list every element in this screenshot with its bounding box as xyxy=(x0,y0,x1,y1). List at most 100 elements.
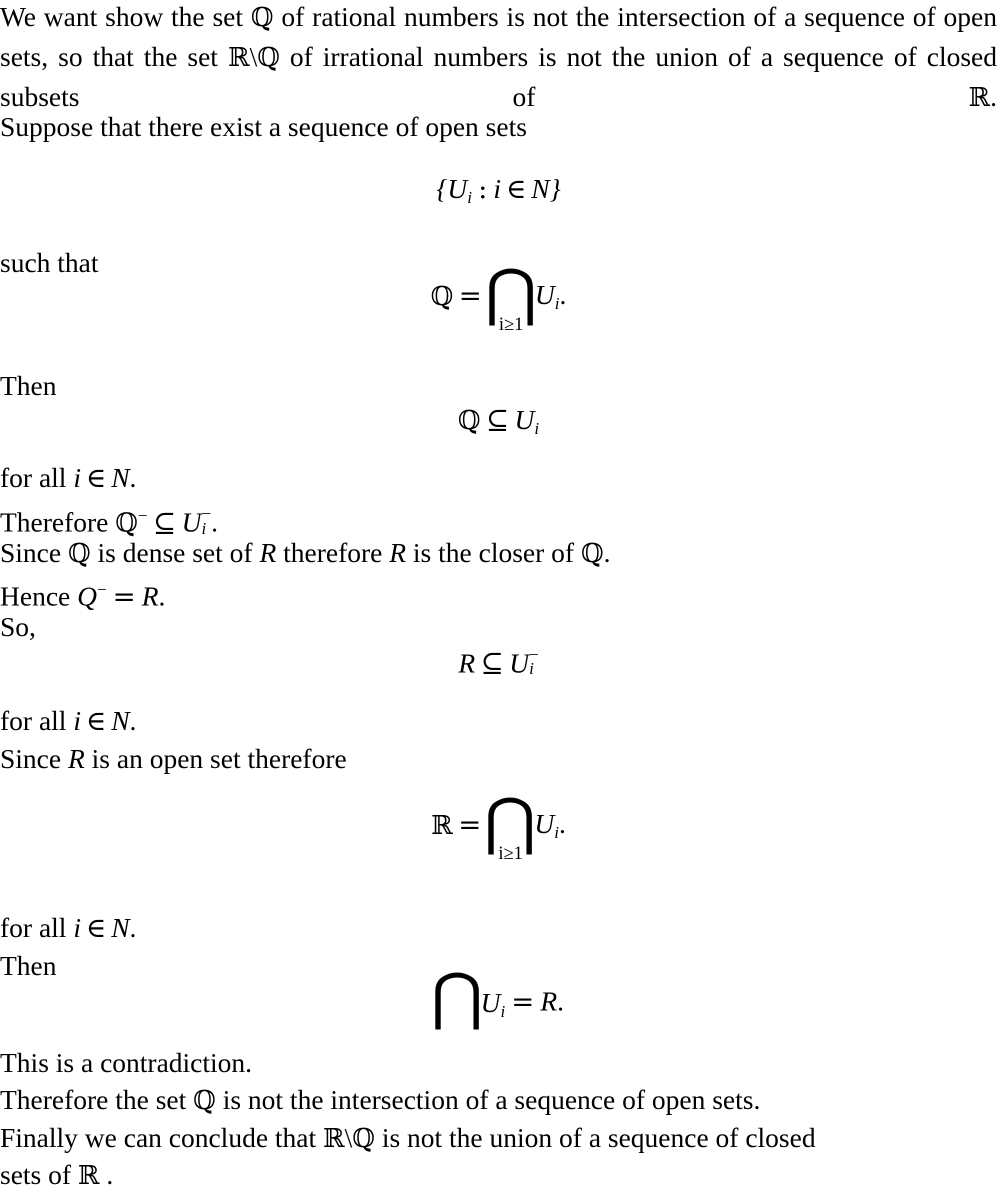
symbol-equals: = xyxy=(511,985,535,1018)
symbol-U: U xyxy=(514,404,535,435)
since-open-text-1: Since xyxy=(0,743,68,774)
sub-superscript-i-minus: − i xyxy=(201,505,211,537)
period: . xyxy=(129,912,137,943)
line-conclusion-1: Therefore the set ℚ is not the intersect… xyxy=(0,1081,760,1121)
equation-intersection-equals-r: ⋂ Ui = R. xyxy=(0,964,997,1028)
brace-open: { xyxy=(436,173,448,204)
symbol-equals: = xyxy=(112,580,136,613)
symbol-R-blackboard: ℝ xyxy=(77,1161,100,1191)
symbol-N: N xyxy=(531,173,550,204)
line-for-all-3: for all i ∈ N. xyxy=(0,909,136,948)
symbol-subset-eq: ⊆ xyxy=(480,647,504,680)
line-since-dense: Since ℚ is dense set of R therefore R is… xyxy=(0,534,610,574)
line-contradiction-text: This is a contradiction. xyxy=(0,1047,253,1078)
symbol-U: U xyxy=(447,173,468,204)
symbol-R-italic: R xyxy=(540,985,558,1017)
symbol-Q-italic: Q xyxy=(77,580,97,612)
equation-r-equals-intersection: ℝ = ⋂ i≥1 Ui. xyxy=(0,789,997,864)
symbol-U: U xyxy=(181,506,202,538)
symbol-N: N xyxy=(111,705,130,736)
symbol-Q-blackboard: ℚ xyxy=(250,3,274,33)
symbol-Q-blackboard: ℚ xyxy=(430,282,454,313)
symbol-R-italic: R xyxy=(389,537,407,568)
hence-prefix: Hence xyxy=(0,580,78,612)
intro-text-segment-1: We want show the set xyxy=(0,1,251,32)
symbol-R-blackboard: ℝ xyxy=(227,42,250,73)
symbol-R-blackboard: ℝ xyxy=(968,82,991,113)
line-suppose-text: Suppose that there exist a sequence of o… xyxy=(0,111,527,142)
period: . xyxy=(129,705,137,736)
document-page: We want show the set ℚ of rational numbe… xyxy=(0,0,997,1191)
symbol-element-of: ∈ xyxy=(85,462,107,494)
symbol-equals: = xyxy=(458,809,482,842)
symbol-U: U xyxy=(480,986,501,1018)
intro-paragraph: We want show the set ℚ of rational numbe… xyxy=(0,0,997,117)
equation-r-subset-ui-closure: R ⊆ U − i xyxy=(0,646,997,680)
for-all-prefix: for all xyxy=(0,705,74,736)
big-intersection-operator: ⋂ xyxy=(431,964,483,1028)
line-contradiction: This is a contradiction. xyxy=(0,1044,252,1082)
symbol-Q-blackboard: ℚ xyxy=(352,1124,375,1154)
bigcap-icon: ⋂ xyxy=(484,784,537,858)
line-suppose: Suppose that there exist a sequence of o… xyxy=(0,108,527,146)
for-all-prefix: for all xyxy=(0,462,74,493)
symbol-i: i xyxy=(493,173,502,204)
conclusion-2-text-a: Finally we can conclude that xyxy=(0,1122,324,1153)
line-then-1: Then xyxy=(0,367,57,405)
line-so: So, xyxy=(0,608,36,646)
symbol-Q-blackboard: ℚ xyxy=(193,1086,216,1116)
line-conclusion-2: Finally we can conclude that ℝ\ℚ is not … xyxy=(0,1119,816,1159)
bigcap-icon: ⋂ xyxy=(430,959,483,1033)
bigcap-icon: ⋂ xyxy=(484,255,538,329)
line-conclusion-2-cont: sets of ℝ . xyxy=(0,1156,113,1196)
big-intersection-operator: ⋂ i≥1 xyxy=(485,260,537,335)
conclusion-2-text-c: sets of xyxy=(0,1159,78,1190)
symbol-R-blackboard: ℝ xyxy=(431,811,453,842)
subscript-i: i xyxy=(534,418,540,438)
since-dense-text-3: therefore xyxy=(276,537,390,568)
line-so-text: So, xyxy=(0,611,36,642)
symbol-subset-eq: ⊆ xyxy=(486,404,510,436)
symbol-element-of: ∈ xyxy=(85,705,107,737)
conclusion-1-text-a: Therefore the set xyxy=(0,1084,194,1115)
symbol-Q-blackboard: ℚ xyxy=(67,539,91,569)
symbol-R-italic: R xyxy=(458,647,476,679)
big-intersection-operator: ⋂ i≥1 xyxy=(484,789,536,864)
equation-q-equals-intersection: ℚ = ⋂ i≥1 Ui. xyxy=(0,260,997,335)
equation-family-of-open-sets: {Ui: i ∈ N} xyxy=(0,173,997,208)
since-dense-text-2: is dense set of xyxy=(90,537,260,568)
symbol-Q-blackboard: ℚ xyxy=(257,42,280,73)
equation-period: . xyxy=(559,279,567,311)
equation-period: . xyxy=(557,985,564,1017)
equation-period: . xyxy=(558,808,566,840)
symbol-i: i xyxy=(73,912,81,943)
superscript-minus: − xyxy=(137,506,148,525)
symbol-R-blackboard: ℝ xyxy=(323,1124,345,1154)
intro-period: . xyxy=(990,80,997,112)
symbol-i: i xyxy=(73,462,81,493)
since-dense-text-1: Since xyxy=(0,537,68,568)
conclusion-2-text-b: is not the union of a sequence of closed xyxy=(374,1122,816,1153)
line-such-that-text: such that xyxy=(0,247,99,278)
symbol-i: i xyxy=(73,705,81,736)
line-for-all-1: for all i ∈ N. xyxy=(0,459,136,498)
therefore-prefix: Therefore xyxy=(0,506,116,538)
sub-superscript-i-minus: − i xyxy=(529,646,539,678)
line-for-all-2: for all i ∈ N. xyxy=(0,702,136,741)
superscript-minus: − xyxy=(96,580,107,599)
symbol-N: N xyxy=(111,462,130,493)
line-then-2-text: Then xyxy=(0,950,57,981)
since-open-text-2: is an open set therefore xyxy=(84,743,347,774)
symbol-U: U xyxy=(534,808,555,840)
conclusion-1-text-b: is not the intersection of a sequence of… xyxy=(215,1084,761,1115)
period: . xyxy=(129,462,137,493)
symbol-colon: : xyxy=(478,173,488,205)
period: . xyxy=(158,580,166,612)
symbol-U: U xyxy=(509,647,530,679)
symbol-element-of: ∈ xyxy=(505,173,527,205)
symbol-U: U xyxy=(534,279,555,311)
brace-close: } xyxy=(549,173,561,204)
symbol-R-italic: R xyxy=(67,743,85,774)
equation-q-subset-ui: ℚ ⊆ Ui xyxy=(0,404,997,439)
for-all-prefix: for all xyxy=(0,912,74,943)
